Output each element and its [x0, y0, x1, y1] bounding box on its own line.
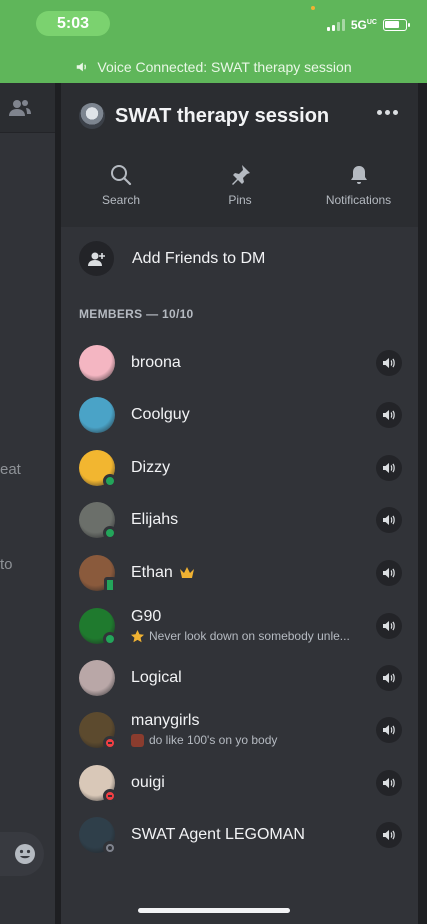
member-row[interactable]: G90 Never look down on somebody unle... [79, 606, 402, 646]
page-title[interactable]: SWAT therapy session [115, 105, 329, 128]
notifications-button[interactable]: Notifications [299, 163, 418, 207]
search-button[interactable]: Search [61, 163, 181, 207]
home-indicator[interactable] [138, 908, 290, 913]
member-row[interactable]: Ethan [79, 553, 402, 593]
member-name: Coolguy [131, 406, 190, 423]
speaker-icon [383, 515, 395, 525]
member-row[interactable]: broona [79, 343, 402, 383]
pins-button[interactable]: Pins [181, 163, 299, 207]
avatar[interactable] [79, 345, 115, 381]
member-name: G90 [131, 608, 162, 625]
speaker-icon [383, 358, 395, 368]
status-indicator [103, 841, 117, 855]
search-label: Search [101, 193, 141, 207]
voice-volume-button[interactable] [376, 350, 402, 376]
background-text-fragment: to [0, 556, 13, 573]
friends-icon[interactable] [8, 97, 32, 119]
group-avatar[interactable] [79, 103, 105, 129]
right-edge [418, 83, 427, 924]
add-friends-label: Add Friends to DM [132, 249, 266, 267]
member-name: manygirls [131, 712, 200, 729]
status-right: 5GUC [326, 18, 410, 32]
background-header [0, 83, 55, 133]
member-row[interactable]: SWAT Agent LEGOMAN [79, 815, 402, 855]
status-indicator [104, 577, 116, 593]
member-name: Elijahs [131, 511, 179, 528]
emoji-icon [15, 844, 35, 864]
member-row[interactable]: manygirls do like 100's on yo body [79, 710, 402, 750]
signal-icon [326, 19, 345, 31]
voice-volume-button[interactable] [376, 770, 402, 796]
more-dots-icon[interactable] [377, 110, 398, 115]
header-actions: Search Pins Notifications [61, 163, 418, 207]
speaker-icon [383, 410, 395, 420]
status-indicator [103, 736, 117, 750]
title-row: SWAT therapy session [79, 103, 329, 129]
status-image-icon [131, 733, 144, 747]
member-name: SWAT Agent LEGOMAN [131, 826, 305, 843]
pins-label: Pins [228, 193, 252, 207]
speaker-icon [383, 673, 395, 683]
emoji-button[interactable] [0, 832, 44, 876]
status-indicator [103, 526, 117, 540]
avatar[interactable] [79, 397, 115, 433]
speaker-icon [383, 725, 395, 735]
member-row[interactable]: Dizzy [79, 448, 402, 488]
voice-volume-button[interactable] [376, 507, 402, 533]
member-name: Logical [131, 669, 182, 686]
voice-volume-button[interactable] [376, 613, 402, 639]
member-row[interactable]: ouigi [79, 763, 402, 803]
status-bar: 5:03 5GUC [0, 0, 427, 50]
status-indicator [103, 632, 117, 646]
speaker-icon [383, 568, 395, 578]
voice-volume-button[interactable] [376, 455, 402, 481]
speaker-icon [383, 830, 395, 840]
member-row[interactable]: Coolguy [79, 395, 402, 435]
member-custom-status: Never look down on somebody unle... [131, 629, 350, 643]
speaker-icon [383, 463, 395, 473]
voice-banner-text: Voice Connected: SWAT therapy session [97, 58, 352, 75]
network-label: 5GUC [350, 18, 377, 32]
battery-icon [383, 19, 410, 31]
voice-connected-banner[interactable]: Voice Connected: SWAT therapy session [0, 50, 427, 83]
drawer-content: Add Friends to DM MEMBERS — 10/10 broona… [61, 227, 418, 924]
pin-icon [232, 165, 250, 185]
star-emoji-icon [131, 629, 144, 643]
privacy-indicator [311, 6, 315, 10]
bell-icon [350, 166, 367, 184]
voice-volume-button[interactable] [376, 665, 402, 691]
speaker-icon [383, 778, 395, 788]
voice-volume-button[interactable] [376, 717, 402, 743]
status-time[interactable]: 5:03 [36, 11, 110, 36]
notifications-label: Notifications [325, 193, 392, 207]
add-friend-icon [79, 241, 114, 276]
status-indicator [103, 789, 117, 803]
member-name: ouigi [131, 774, 165, 791]
search-icon [111, 165, 132, 186]
members-header: MEMBERS — 10/10 [79, 307, 194, 321]
member-name: Ethan [131, 564, 195, 582]
member-custom-status: do like 100's on yo body [131, 733, 277, 747]
add-friends-button[interactable]: Add Friends to DM [79, 241, 265, 276]
background-chat-panel: eat to [0, 83, 55, 924]
speaker-icon [383, 621, 395, 631]
voice-volume-button[interactable] [376, 822, 402, 848]
status-indicator [103, 474, 117, 488]
member-row[interactable]: Logical [79, 658, 402, 698]
voice-volume-button[interactable] [376, 402, 402, 428]
voice-volume-button[interactable] [376, 560, 402, 586]
members-drawer: SWAT therapy session Search Pins Notific… [61, 83, 418, 924]
member-name: broona [131, 354, 181, 371]
speaker-icon [77, 62, 87, 71]
background-text-fragment: eat [0, 461, 21, 478]
crown-icon [179, 567, 194, 578]
screen: 5:03 5GUC Voice Connected: SWAT therapy … [0, 0, 427, 924]
avatar[interactable] [79, 660, 115, 696]
member-row[interactable]: Elijahs [79, 500, 402, 540]
drawer-header: SWAT therapy session Search Pins Notific… [61, 83, 418, 227]
member-name: Dizzy [131, 459, 171, 476]
